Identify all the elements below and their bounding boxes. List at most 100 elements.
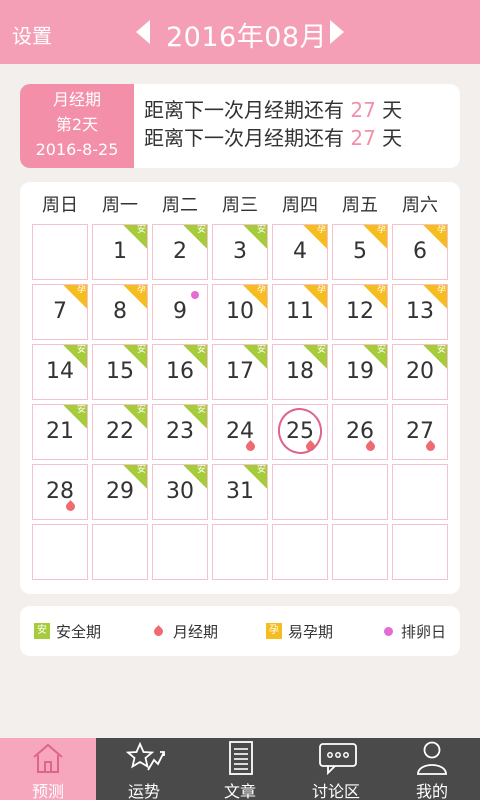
calendar-day-cell[interactable]: 4孕 <box>272 224 328 280</box>
corner-tag-text: 安 <box>136 405 146 415</box>
safe-corner-tag: 安 <box>123 225 147 249</box>
corner-tag-text: 安 <box>76 345 86 355</box>
calendar-day-cell[interactable]: 12 孕 <box>332 284 388 340</box>
calendar-day-cell[interactable]: 6孕 <box>392 224 448 280</box>
period-info-card: 月经期 第2天 2016-8-25 距离下一次月经期还有 27 天 距离下一次月… <box>20 84 460 168</box>
calendar-day-cell[interactable]: 27 <box>392 404 448 460</box>
safe-corner-tag: 安 <box>123 465 147 489</box>
corner-tag-text: 孕 <box>376 285 386 295</box>
period-date: 2016-8-25 <box>35 140 119 159</box>
day-number: 26 <box>346 419 374 444</box>
period-status-block: 月经期 第2天 2016-8-25 <box>20 84 134 168</box>
calendar-day-cell[interactable]: 7孕 <box>32 284 88 340</box>
calendar-day-cell[interactable]: 25 <box>272 404 328 460</box>
legend-fertile: 孕 易孕期 <box>266 621 333 641</box>
calendar-day-cell[interactable]: 8孕 <box>92 284 148 340</box>
countdown-days: 27 <box>350 98 376 122</box>
fertile-corner-tag: 孕 <box>423 285 447 309</box>
calendar-empty-cell <box>212 524 268 580</box>
calendar-day-cell[interactable]: 20 安 <box>392 344 448 400</box>
calendar-card: 周日 周一 周二 周三 周四 周五 周六 1 安 2 安 3 安 4 孕 5 孕 6 孕 7 孕 8 孕 9 10… <box>20 182 460 594</box>
day-number: 24 <box>226 419 254 444</box>
weekday-label: 周二 <box>162 195 198 216</box>
calendar-empty-cell <box>152 524 208 580</box>
weekday-label: 周四 <box>282 195 318 216</box>
person-icon <box>417 741 447 775</box>
prev-month-arrow-icon[interactable] <box>136 20 150 44</box>
corner-tag-text: 安 <box>76 405 86 415</box>
countdown-days: 27 <box>350 126 376 150</box>
calendar-day-cell[interactable]: 9 <box>152 284 208 340</box>
calendar-empty-cell <box>32 224 88 280</box>
safe-corner-tag: 安 <box>63 345 87 369</box>
nav-item-me[interactable]: 我的 <box>384 738 480 800</box>
calendar-empty-cell <box>272 464 328 520</box>
nav-item-predict[interactable]: 预测 <box>0 738 96 800</box>
calendar-day-cell[interactable]: 3安 <box>212 224 268 280</box>
corner-tag-text: 安 <box>196 225 206 235</box>
legend-ovulation: 排卵日 <box>384 621 446 641</box>
corner-tag-text: 孕 <box>316 225 326 235</box>
fertile-corner-tag: 孕 <box>363 225 387 249</box>
fertile-corner-tag: 孕 <box>423 225 447 249</box>
calendar-day-cell[interactable]: 29 安 <box>92 464 148 520</box>
document-icon <box>229 741 253 775</box>
safe-corner-tag: 安 <box>183 225 207 249</box>
nav-label-forum: 讨论区 <box>311 782 360 800</box>
nav-item-articles[interactable]: 文章 <box>192 738 288 800</box>
legend-fertile-label: 易孕期 <box>288 622 334 641</box>
fertile-corner-tag: 孕 <box>363 285 387 309</box>
nav-item-fortune[interactable]: 运势 <box>96 738 192 800</box>
corner-tag-text: 孕 <box>136 285 146 295</box>
corner-tag-text: 孕 <box>376 225 386 235</box>
corner-tag-text: 孕 <box>76 285 86 295</box>
calendar-day-cell[interactable]: 26 <box>332 404 388 460</box>
calendar-empty-cell <box>332 524 388 580</box>
safe-corner-tag: 安 <box>303 345 327 369</box>
calendar-day-cell[interactable]: 16 安 <box>152 344 208 400</box>
safe-corner-tag: 安 <box>183 405 207 429</box>
settings-button[interactable]: 设置 <box>12 20 52 49</box>
weekday-label: 周三 <box>222 195 258 216</box>
calendar-day-cell[interactable]: 17 安 <box>212 344 268 400</box>
calendar-empty-cell <box>32 524 88 580</box>
corner-tag-text: 孕 <box>436 285 446 295</box>
corner-tag-text: 安 <box>196 345 206 355</box>
countdown-lines: 距离下一次月经期还有 27 天 距离下一次月经期还有 27 天 <box>144 96 402 152</box>
corner-tag-text: 安 <box>256 465 266 475</box>
calendar-day-cell[interactable]: 21 安 <box>32 404 88 460</box>
star-trend-icon <box>126 741 165 771</box>
calendar-day-cell[interactable]: 24 <box>212 404 268 460</box>
calendar-day-cell[interactable]: 23 安 <box>152 404 208 460</box>
corner-tag-text: 孕 <box>316 285 326 295</box>
calendar-day-cell[interactable]: 2安 <box>152 224 208 280</box>
calendar-day-cell[interactable]: 1安 <box>92 224 148 280</box>
day-number: 27 <box>406 419 434 444</box>
calendar-day-cell[interactable]: 5孕 <box>332 224 388 280</box>
corner-tag-text: 安 <box>136 345 146 355</box>
day-number: 28 <box>46 479 74 504</box>
calendar-day-cell[interactable]: 31 安 <box>212 464 268 520</box>
calendar-day-cell[interactable]: 10 孕 <box>212 284 268 340</box>
calendar-day-cell[interactable]: 18 安 <box>272 344 328 400</box>
weekday-label: 周一 <box>102 195 138 216</box>
legend-period: 月经期 <box>150 621 218 641</box>
calendar-empty-cell <box>392 464 448 520</box>
calendar-day-cell[interactable]: 14 安 <box>32 344 88 400</box>
calendar-day-cell[interactable]: 11 孕 <box>272 284 328 340</box>
calendar-day-cell[interactable]: 30 安 <box>152 464 208 520</box>
nav-item-forum[interactable]: 讨论区 <box>288 738 384 800</box>
calendar-day-cell[interactable]: 15 安 <box>92 344 148 400</box>
calendar-day-cell[interactable]: 13 孕 <box>392 284 448 340</box>
calendar-day-cell[interactable]: 19 安 <box>332 344 388 400</box>
countdown-unit: 天 <box>382 98 403 122</box>
corner-tag-text: 安 <box>196 405 206 415</box>
weekday-label: 周五 <box>342 195 378 216</box>
calendar-day-cell[interactable]: 28 <box>32 464 88 520</box>
calendar-empty-cell <box>92 524 148 580</box>
corner-tag-text: 安 <box>376 345 386 355</box>
safe-corner-tag: 安 <box>243 225 267 249</box>
countdown-line-2: 距离下一次月经期还有 27 天 <box>144 124 402 152</box>
calendar-day-cell[interactable]: 22 安 <box>92 404 148 460</box>
next-month-arrow-icon[interactable] <box>330 20 344 44</box>
